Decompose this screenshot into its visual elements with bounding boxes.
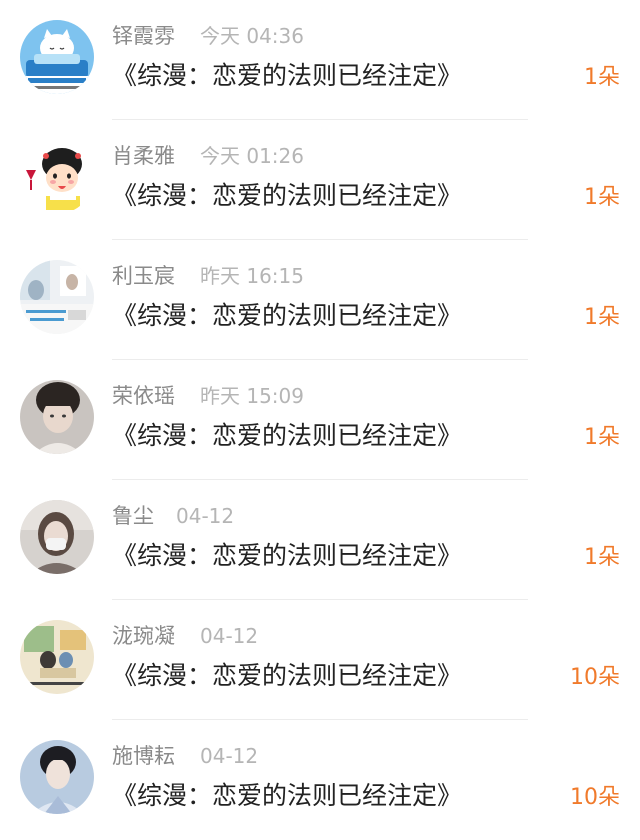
list-item[interactable]: 利玉宸 昨天 16:15 《综漫：恋爱的法则已经注定》 1朵 (0, 240, 640, 360)
book-title[interactable]: 《综漫：恋爱的法则已经注定》 (112, 660, 462, 692)
list-item[interactable]: 肖柔雅 今天 01:26 《综漫：恋爱的法则已经注定》 1朵 (0, 120, 640, 240)
flower-count: 1朵 (584, 65, 620, 90)
list-item[interactable]: 泷琬凝 04-12 《综漫：恋爱的法则已经注定》 10朵 (0, 600, 640, 720)
timestamp: 04-12 (176, 504, 235, 528)
list-item[interactable]: 施博耘 04-12 《综漫：恋爱的法则已经注定》 10朵 (0, 720, 640, 840)
book-title[interactable]: 《综漫：恋爱的法则已经注定》 (112, 540, 462, 572)
timestamp: 昨天 16:15 (200, 264, 304, 288)
cat-sleeping-avatar[interactable] (20, 20, 94, 94)
person-photo-avatar[interactable] (20, 500, 94, 574)
timestamp: 04-12 (200, 624, 259, 648)
flower-count: 1朵 (584, 545, 620, 570)
timestamp: 昨天 15:09 (200, 384, 304, 408)
list-item[interactable]: 铎霞雰 今天 04:36 《综漫：恋爱的法则已经注定》 1朵 (0, 0, 640, 120)
person-photo-avatar[interactable] (20, 740, 94, 814)
flower-count: 10朵 (570, 785, 620, 810)
list-item[interactable]: 鲁尘 04-12 《综漫：恋爱的法则已经注定》 1朵 (0, 480, 640, 600)
user-name[interactable]: 荣依瑶 (112, 384, 175, 408)
list-item[interactable]: 荣依瑶 昨天 15:09 《综漫：恋爱的法则已经注定》 1朵 (0, 360, 640, 480)
flower-count: 1朵 (584, 305, 620, 330)
gift-list: 铎霞雰 今天 04:36 《综漫：恋爱的法则已经注定》 1朵 肖柔雅 今天 01… (0, 0, 640, 835)
painting-avatar[interactable] (20, 620, 94, 694)
book-title[interactable]: 《综漫：恋爱的法则已经注定》 (112, 180, 462, 212)
cartoon-girl-avatar[interactable] (20, 140, 94, 214)
user-name[interactable]: 肖柔雅 (112, 144, 175, 168)
flower-count: 1朵 (584, 185, 620, 210)
timestamp: 今天 04:36 (200, 24, 304, 48)
timestamp: 04-12 (200, 744, 259, 768)
person-photo-avatar[interactable] (20, 380, 94, 454)
book-title[interactable]: 《综漫：恋爱的法则已经注定》 (112, 420, 462, 452)
flower-count: 1朵 (584, 425, 620, 450)
user-name[interactable]: 施博耘 (112, 744, 175, 768)
book-title[interactable]: 《综漫：恋爱的法则已经注定》 (112, 780, 462, 812)
flower-count: 10朵 (570, 665, 620, 690)
timestamp: 今天 01:26 (200, 144, 304, 168)
book-title[interactable]: 《综漫：恋爱的法则已经注定》 (112, 300, 462, 332)
user-name[interactable]: 泷琬凝 (112, 624, 175, 648)
user-name[interactable]: 铎霞雰 (112, 24, 175, 48)
book-title[interactable]: 《综漫：恋爱的法则已经注定》 (112, 60, 462, 92)
user-name[interactable]: 鲁尘 (112, 504, 154, 528)
user-name[interactable]: 利玉宸 (112, 264, 175, 288)
photo-avatar[interactable] (20, 260, 94, 334)
